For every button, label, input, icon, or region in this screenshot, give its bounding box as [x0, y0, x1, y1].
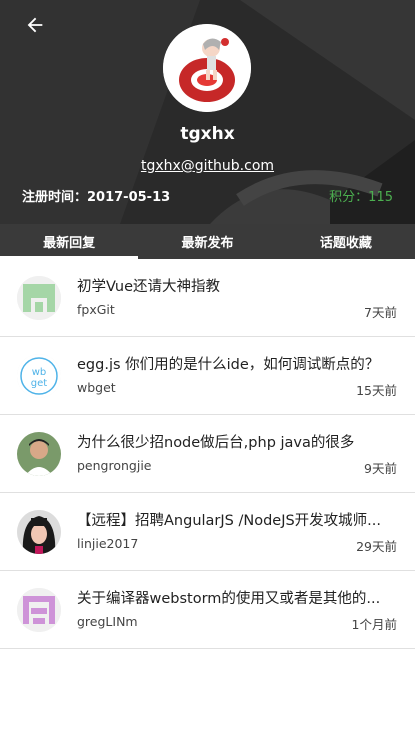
wbget-logo-avatar: wb get [17, 354, 61, 398]
reply-title: 【远程】招聘AngularJS /NodeJS开发攻城师... [77, 513, 382, 529]
user-photo-female-avatar [17, 510, 61, 554]
tab-latest-posts[interactable]: 最新发布 [138, 224, 276, 259]
reply-title: 初学Vue还请大神指教 [77, 279, 221, 295]
pink-identicon-avatar [17, 588, 61, 632]
reply-time: 29天前 [356, 539, 397, 554]
user-photo-male-avatar [17, 432, 61, 476]
profile-header: tgxhx tgxhx@github.com 注册时间：2017-05-13 积… [0, 0, 415, 224]
score: 积分：115 [329, 190, 393, 205]
list-item[interactable]: 初学Vue还请大神指教 fpxGit 7天前 [0, 259, 415, 337]
register-date: 注册时间：2017-05-13 [22, 190, 171, 205]
reply-time: 1个月前 [351, 617, 397, 632]
list-item[interactable]: 为什么很少招node做后台,php java的很多 pengrongjie 9天… [0, 415, 415, 493]
avatar [163, 24, 251, 112]
reply-author: linjie2017 [77, 536, 139, 551]
list-item[interactable]: wb get egg.js 你们用的是什么ide，如何调试断点的？ wbget … [0, 337, 415, 415]
list-item[interactable]: 【远程】招聘AngularJS /NodeJS开发攻城师... linjie20… [0, 493, 415, 571]
email-link[interactable]: tgxhx@github.com [141, 158, 274, 174]
reply-author: fpxGit [77, 302, 115, 317]
tab-favorites[interactable]: 话题收藏 [277, 224, 415, 259]
tab-latest-replies[interactable]: 最新回复 [0, 224, 139, 259]
svg-text:get: get [31, 378, 48, 389]
reply-time: 9天前 [364, 461, 397, 476]
reply-title: 关于编译器webstorm的使用又或者是其他的... [77, 591, 381, 607]
svg-text:wb: wb [32, 367, 47, 378]
profile-avatar-image [163, 24, 251, 112]
reply-author: gregLINm [77, 614, 138, 629]
green-identicon-avatar [17, 276, 61, 320]
reply-time: 7天前 [364, 305, 397, 320]
reply-author: wbget [77, 380, 116, 395]
tab-bar: 最新回复 最新发布 话题收藏 [0, 224, 415, 259]
back-arrow-icon[interactable] [22, 12, 48, 38]
reply-author: pengrongjie [77, 458, 152, 473]
list-item[interactable]: 关于编译器webstorm的使用又或者是其他的... gregLINm 1个月前 [0, 571, 415, 649]
reply-title: 为什么很少招node做后台,php java的很多 [77, 435, 355, 451]
reply-title: egg.js 你们用的是什么ide，如何调试断点的？ [77, 357, 380, 373]
email-link-wrap: tgxhx@github.com [0, 158, 415, 174]
reply-list: 初学Vue还请大神指教 fpxGit 7天前 wb get egg.js 你们用… [0, 259, 415, 649]
username: tgxhx [180, 124, 235, 144]
reply-time: 15天前 [356, 383, 397, 398]
